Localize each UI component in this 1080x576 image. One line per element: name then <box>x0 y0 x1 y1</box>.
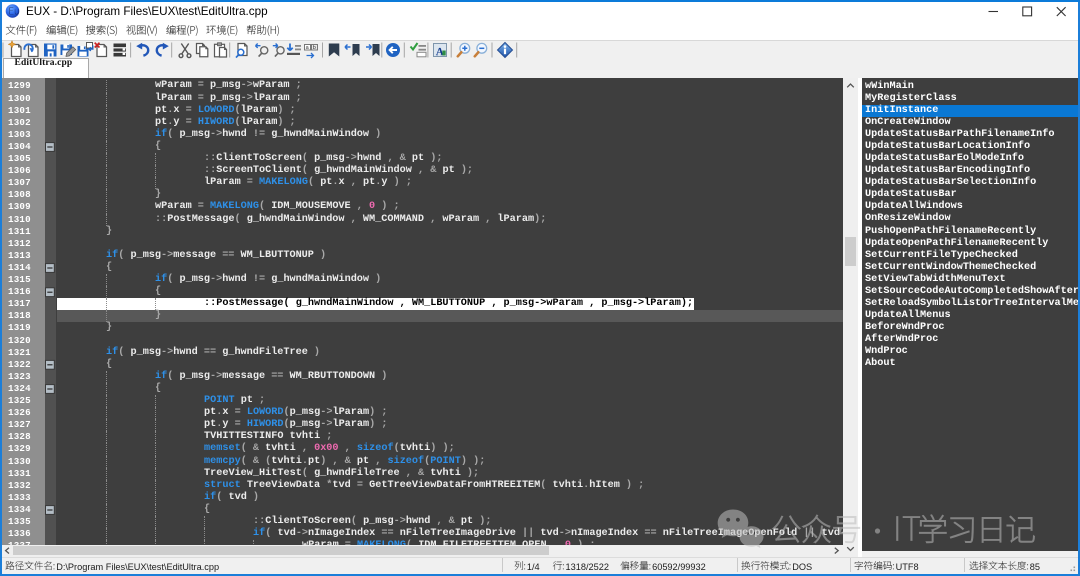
svg-text:b: b <box>313 45 316 51</box>
